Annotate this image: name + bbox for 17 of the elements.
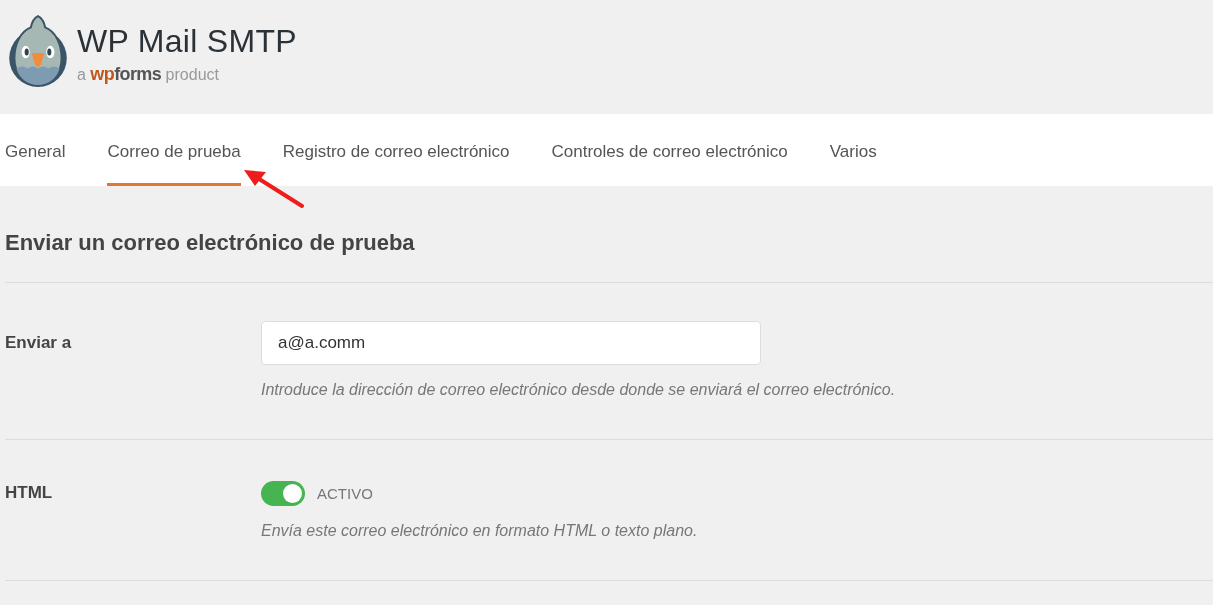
- tab[interactable]: Controles de correo electrónico: [551, 114, 788, 186]
- tab[interactable]: General: [5, 114, 66, 186]
- email-field[interactable]: a@a.comm: [261, 321, 761, 365]
- tab[interactable]: Varios: [829, 114, 877, 186]
- tagline: a wpforms product: [77, 63, 220, 86]
- tab[interactable]: Correo de prueba: [107, 114, 241, 186]
- bird-logo-icon: [7, 13, 69, 89]
- field-description: Envía este correo electrónico en formato HTML o texto plano.: [261, 521, 698, 541]
- page-heading: Enviar un correo electrónico de prueba: [5, 186, 1213, 283]
- tab[interactable]: Registro de correo electrónico: [282, 114, 510, 186]
- toggle-state-label: ACTIVO: [317, 484, 373, 502]
- annotation-arrow: [242, 167, 306, 209]
- field-description: Introduce la dirección de correo electrónico desde donde se enviará el correo electrónico.: [261, 380, 896, 400]
- field-label: HTML: [5, 482, 54, 504]
- app-title: WP Mail SMTP: [77, 22, 297, 60]
- field-label: Enviar a: [5, 332, 73, 354]
- toggle-switch[interactable]: [261, 480, 305, 506]
